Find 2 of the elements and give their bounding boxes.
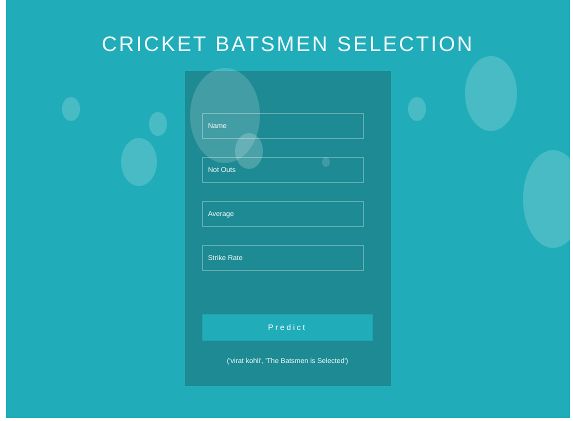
page-title: CRICKET BATSMEN SELECTION	[102, 33, 474, 57]
predict-button[interactable]: Predict	[202, 314, 373, 341]
